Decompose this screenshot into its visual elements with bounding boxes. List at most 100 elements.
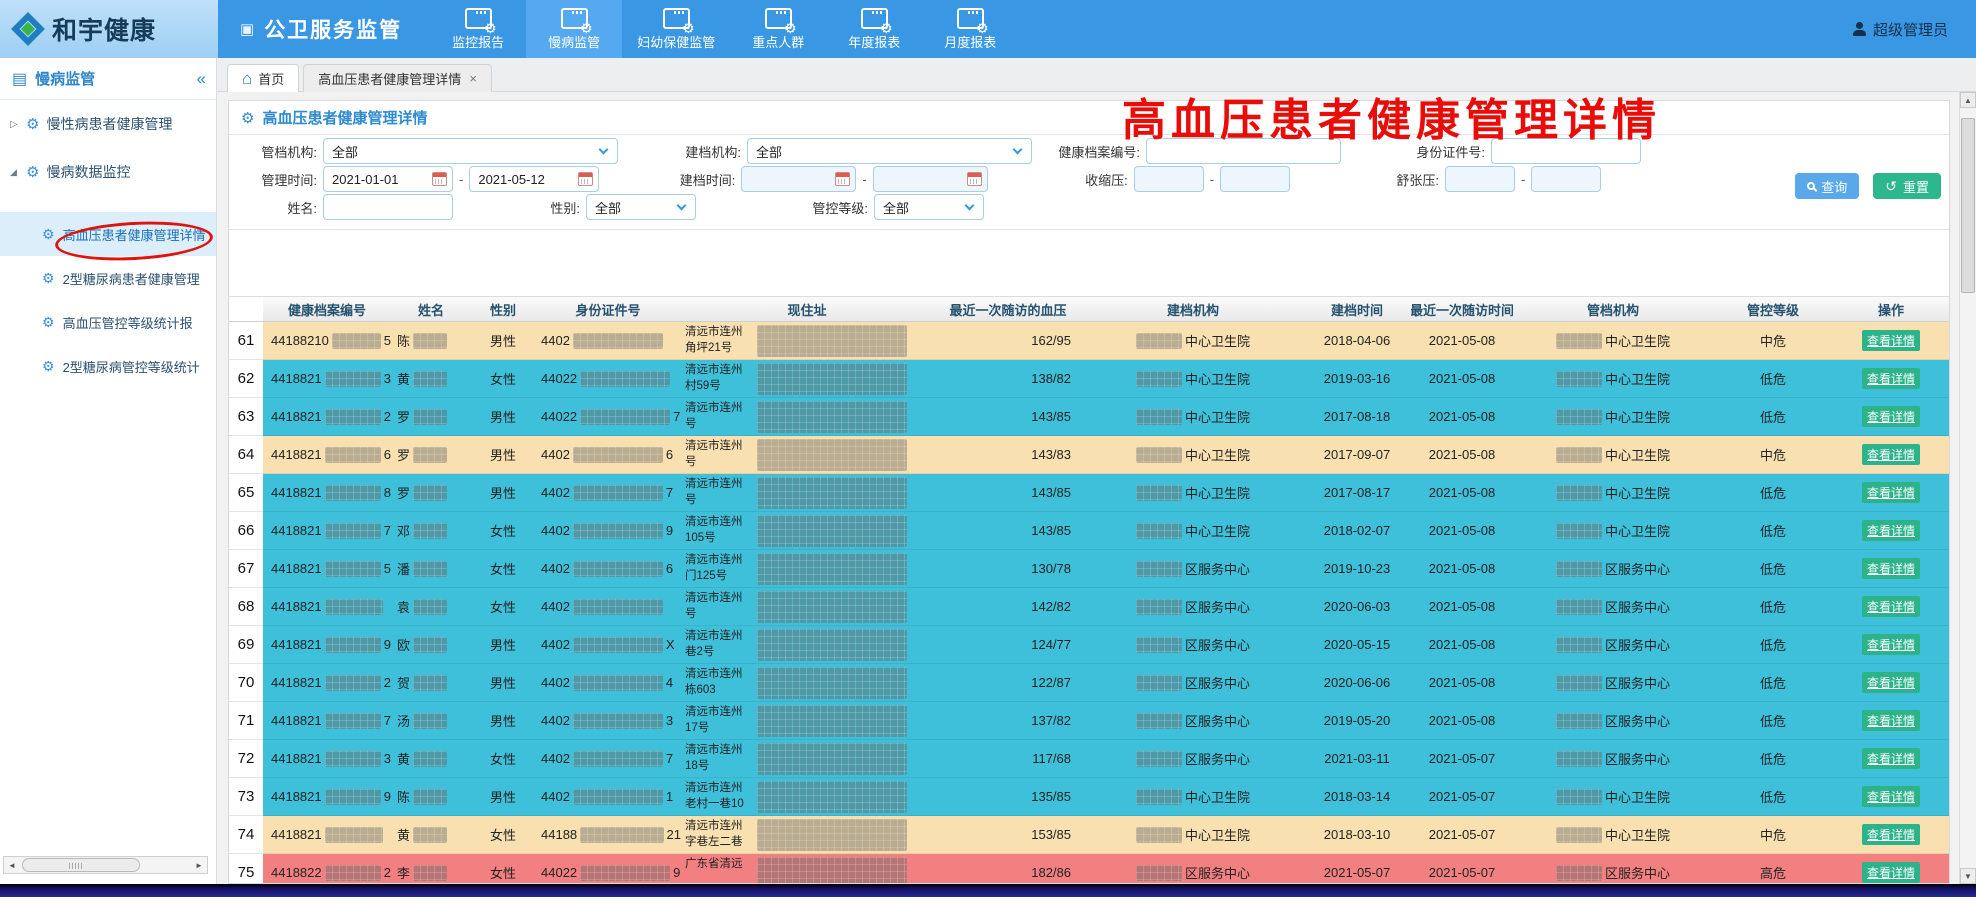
redaction-blur: [413, 485, 447, 501]
cell-gender: 男性: [471, 626, 535, 664]
sidebar-collapse-icon[interactable]: «: [197, 69, 206, 89]
topnav-item[interactable]: ⚙ 年度报表: [826, 0, 922, 58]
gender-select[interactable]: 全部: [586, 194, 696, 220]
cell-address: 清远市连州 角坪21号: [681, 322, 933, 360]
cell-address: 清远市连州 号: [681, 436, 933, 474]
cell-archive-no: 4418821 5: [263, 550, 391, 588]
redaction-blur: [325, 751, 381, 767]
cell-gender: 男性: [471, 436, 535, 474]
redaction-blur: [413, 637, 447, 653]
systolic-from-input[interactable]: [1134, 166, 1204, 192]
manage-time-from-date[interactable]: 2021-01-01: [323, 166, 453, 192]
table-row: 68 4418821 袁 女性 4402 清远市连州 号 142/82 区服务中…: [229, 588, 1949, 626]
view-detail-link[interactable]: 查看详情: [1862, 406, 1920, 427]
name-input[interactable]: [323, 194, 453, 220]
cell-gender: 女性: [471, 588, 535, 626]
view-detail-link[interactable]: 查看详情: [1862, 634, 1920, 655]
cell-last-visit: 2021-05-08: [1411, 588, 1513, 626]
topnav-item[interactable]: ⚙ 月度报表: [922, 0, 1018, 58]
reset-button[interactable]: ↺ 重置: [1873, 173, 1941, 199]
view-detail-link[interactable]: 查看详情: [1862, 786, 1920, 807]
topnav-item[interactable]: ⚙ 重点人群: [730, 0, 826, 58]
scroll-up-icon[interactable]: ▲: [1960, 92, 1976, 108]
tab-home[interactable]: ⌂ 首页: [227, 64, 299, 92]
view-detail-link[interactable]: 查看详情: [1862, 862, 1920, 883]
cell-last-visit: 2021-05-07: [1411, 740, 1513, 778]
table-row: 67 4418821 5 潘 女性 4402 6 清远市连州 门125号 130…: [229, 550, 1949, 588]
cell-last-visit: 2021-05-08: [1411, 474, 1513, 512]
row-number: 75: [229, 854, 263, 884]
row-number: 64: [229, 436, 263, 474]
redaction-blur: [1136, 675, 1182, 691]
scrollbar-thumb[interactable]: [1961, 118, 1975, 293]
sidebar-item-chronic-patient-mgmt[interactable]: ▷ ⚙ 慢性病患者健康管理: [0, 100, 216, 148]
manage-org-select[interactable]: 全部: [323, 138, 618, 164]
view-detail-link[interactable]: 查看详情: [1862, 672, 1920, 693]
scroll-down-icon[interactable]: ▼: [1960, 868, 1976, 884]
cell-manage-org: 中心卫生院: [1513, 360, 1713, 398]
header-row-number: [229, 297, 263, 321]
table-row: 72 4418821 3 黄 女性 4402 7 清远市连州 18号 117/6…: [229, 740, 1949, 778]
build-org-select[interactable]: 全部: [747, 138, 1032, 164]
build-time-from-date[interactable]: [741, 166, 856, 192]
sidebar-subitem[interactable]: ⚙ 2型糖尿病患者健康管理: [0, 256, 216, 300]
sidebar-subitem[interactable]: ⚙ 高血压管控等级统计报: [0, 300, 216, 344]
redaction-blur: [1136, 409, 1182, 425]
cell-manage-org: 中心卫生院: [1513, 474, 1713, 512]
close-icon[interactable]: ×: [469, 71, 477, 86]
sidebar-item-chronic-data-monitor[interactable]: ◢ ⚙ 慢病数据监控: [0, 148, 216, 196]
cell-gender: 女性: [471, 816, 535, 854]
cell-id-no: 4402 7: [535, 740, 681, 778]
view-detail-link[interactable]: 查看详情: [1862, 520, 1920, 541]
bottom-bar: [0, 884, 1976, 897]
vertical-scrollbar[interactable]: ▲ ▼: [1959, 92, 1976, 884]
redaction-blur: [325, 789, 381, 805]
view-detail-link[interactable]: 查看详情: [1862, 596, 1920, 617]
diastolic-from-input[interactable]: [1445, 166, 1515, 192]
cell-build-org: 区服务中心: [1083, 626, 1303, 664]
cell-archive-no: 4418821: [263, 588, 391, 626]
cell-action: 查看详情: [1833, 816, 1949, 854]
user-menu[interactable]: 超级管理员: [1852, 0, 1976, 58]
redaction-blur: [1556, 523, 1602, 539]
cell-last-bp: 143/83: [933, 436, 1083, 474]
filter-row-1: 管档机构: 全部 建档机构: 全部 健康档案编号: 身份证件号:: [229, 137, 1949, 165]
header-address: 现住址: [681, 297, 933, 321]
redaction-blur: [757, 629, 907, 661]
view-detail-link[interactable]: 查看详情: [1862, 748, 1920, 769]
scrollbar-thumb[interactable]: [22, 858, 140, 872]
sidebar-subitem[interactable]: ⚙ 2型糖尿病管控等级统计: [0, 344, 216, 388]
view-detail-link[interactable]: 查看详情: [1862, 558, 1920, 579]
view-detail-link[interactable]: 查看详情: [1862, 710, 1920, 731]
view-detail-link[interactable]: 查看详情: [1862, 824, 1920, 845]
view-detail-link[interactable]: 查看详情: [1862, 330, 1920, 351]
redaction-blur: [413, 865, 447, 881]
view-detail-link[interactable]: 查看详情: [1862, 482, 1920, 503]
tab-detail[interactable]: 高血压患者健康管理详情 ×: [303, 64, 492, 92]
cell-last-visit: 2021-05-08: [1411, 436, 1513, 474]
scroll-right-icon[interactable]: ►: [191, 861, 207, 870]
id-no-input[interactable]: [1491, 138, 1641, 164]
user-icon: [1852, 22, 1866, 36]
archive-no-input[interactable]: [1146, 138, 1341, 164]
search-button[interactable]: 查询: [1795, 173, 1859, 199]
topnav-item[interactable]: ⚙ 监控报告: [430, 0, 526, 58]
horizontal-scrollbar[interactable]: ◄ ►: [3, 856, 208, 874]
cell-name: 陈: [391, 778, 471, 816]
redaction-blur: [1136, 371, 1182, 387]
diastolic-to-input[interactable]: [1531, 166, 1601, 192]
level-select[interactable]: 全部: [874, 194, 984, 220]
sidebar-subitem[interactable]: ⚙ 高血压患者健康管理详情: [0, 212, 216, 256]
caret-collapsed-icon[interactable]: ▷: [10, 119, 24, 130]
redaction-blur: [325, 865, 381, 881]
build-time-to-date[interactable]: [873, 166, 988, 192]
topnav-item[interactable]: ⚙ 妇幼保健监管: [622, 0, 730, 58]
systolic-to-input[interactable]: [1220, 166, 1290, 192]
manage-time-to-date[interactable]: 2021-05-12: [469, 166, 599, 192]
view-detail-link[interactable]: 查看详情: [1862, 444, 1920, 465]
scroll-left-icon[interactable]: ◄: [4, 861, 20, 870]
caret-expanded-icon[interactable]: ◢: [10, 167, 24, 178]
content-panel: ⚙ 高血压患者健康管理详情 管档机构: 全部 建档机构: 全部 健康档案编: [228, 100, 1950, 884]
view-detail-link[interactable]: 查看详情: [1862, 368, 1920, 389]
topnav-item[interactable]: ⚙ 慢病监管: [526, 0, 622, 58]
